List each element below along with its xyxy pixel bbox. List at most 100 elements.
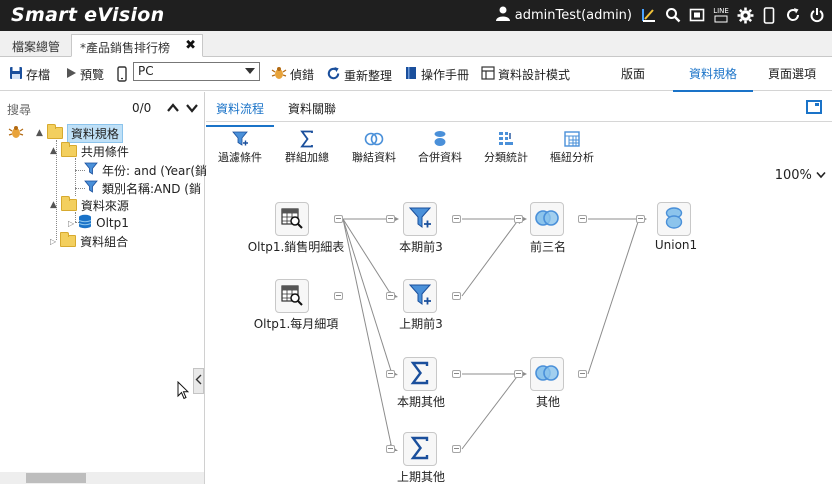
expand-icon[interactable]: ▷ (68, 219, 74, 228)
merge-icon (664, 206, 684, 233)
mobile-icon[interactable] (760, 6, 778, 24)
tree-node-common[interactable]: ▲ 共用條件 (50, 142, 129, 160)
screenshot-icon[interactable] (688, 6, 706, 24)
horizontal-scrollbar[interactable] (0, 472, 204, 484)
flow-node-sum[interactable] (403, 432, 437, 466)
op-label: 樞紐分析 (550, 151, 594, 164)
output-port[interactable] (452, 370, 461, 378)
input-port[interactable] (386, 215, 395, 223)
search-icon[interactable] (664, 6, 682, 24)
tree-label: 類別名稱:AND (銷 (102, 181, 201, 196)
input-port[interactable] (514, 215, 523, 223)
output-port[interactable] (452, 292, 461, 300)
chevron-left-icon (195, 374, 202, 388)
op-label: 群組加總 (285, 151, 329, 164)
chevron-down-icon (245, 68, 255, 74)
collapse-panel-button[interactable] (193, 368, 204, 394)
input-port[interactable] (636, 215, 645, 223)
tree-node-condition[interactable]: 類別名稱:AND (銷 (84, 179, 201, 197)
flow-node-join[interactable] (530, 202, 564, 236)
tree-node-combo[interactable]: ▷ 資料組合 (50, 232, 128, 250)
search-count: 0/0 (132, 101, 152, 115)
tree-label: 資料來源 (80, 198, 129, 213)
user-name: adminTest(admin) (514, 7, 632, 23)
output-port[interactable] (578, 370, 587, 378)
refresh-icon[interactable] (784, 6, 802, 24)
tree-label: 共用條件 (80, 144, 129, 159)
collapse-icon[interactable]: ▲ (36, 128, 43, 138)
join-icon (534, 364, 560, 385)
scrollbar-thumb[interactable] (26, 473, 86, 483)
reorganize-button[interactable]: 重新整理 (326, 66, 392, 84)
join-icon (364, 129, 384, 149)
flow-node-union[interactable] (657, 202, 691, 236)
output-port[interactable] (334, 215, 343, 223)
debug-button[interactable]: 偵錯 (271, 66, 314, 83)
join-op-button[interactable]: 聯結資料 (352, 129, 396, 165)
chevron-up-icon[interactable] (166, 102, 180, 114)
tree-node-source-item[interactable]: ▷ Oltp1 (68, 214, 129, 232)
tree-label: 資料組合 (80, 234, 129, 249)
flow-node-filter[interactable] (403, 202, 437, 236)
filter-op-button[interactable]: 過濾條件 (218, 129, 262, 165)
dashboard-icon[interactable] (640, 6, 658, 24)
pivot-op-button[interactable]: 樞紐分析 (550, 129, 594, 165)
flow-node-filter[interactable] (403, 279, 437, 313)
output-port[interactable] (334, 292, 343, 300)
database-icon (78, 214, 92, 232)
tree-node-source[interactable]: ▲ 資料來源 (50, 196, 129, 214)
chevron-down-icon[interactable] (185, 102, 199, 114)
group-sum-op-button[interactable]: 群組加總 (285, 129, 329, 165)
flow-node-label: 上期其他 (396, 470, 446, 484)
tree-node-root[interactable]: ▲ 資料規格 (8, 123, 123, 143)
line-icon[interactable]: LINE (712, 6, 730, 24)
tree-search: 搜尋 0/0 (7, 100, 199, 118)
flow-node-join[interactable] (530, 357, 564, 391)
main-panel: 資料流程 資料關聯 過濾條件 群組加總 聯結資料 合併資料 分類統計 樞紐分析 … (206, 92, 832, 484)
input-port[interactable] (386, 445, 395, 453)
top-right-tools: adminTest(admin) LINE (495, 5, 826, 25)
tab-label: *產品銷售排行榜 (80, 41, 171, 55)
flow-node-table[interactable] (275, 202, 309, 236)
op-label: 過濾條件 (218, 151, 262, 164)
expand-icon[interactable]: ▷ (50, 237, 56, 246)
gear-icon[interactable] (736, 6, 754, 24)
filter-icon (84, 180, 98, 197)
expand-icon[interactable] (806, 100, 822, 114)
search-input[interactable]: 搜尋 (7, 101, 31, 118)
input-port[interactable] (386, 292, 395, 300)
collapse-icon[interactable]: ▲ (50, 200, 57, 210)
flow-node-sum[interactable] (403, 357, 437, 391)
tab-page-options[interactable]: 頁面選項 (768, 63, 816, 84)
device-select[interactable]: PC (133, 62, 260, 81)
output-port[interactable] (452, 445, 461, 453)
manual-button[interactable]: 操作手冊 (404, 66, 469, 83)
tree-node-condition[interactable]: 年份: and (Year(銷 (84, 161, 207, 179)
preview-label: 預覽 (80, 68, 105, 82)
design-mode-button[interactable]: 資料設計模式 (481, 66, 570, 83)
merge-op-button[interactable]: 合併資料 (418, 129, 462, 165)
preview-button[interactable]: 預覽 (65, 66, 104, 83)
book-icon (404, 66, 418, 83)
tree-label: 年份: and (Year(銷 (102, 163, 208, 178)
power-icon[interactable] (808, 6, 826, 24)
output-port[interactable] (452, 215, 461, 223)
category-stats-op-button[interactable]: 分類統計 (484, 129, 528, 165)
manual-label: 操作手冊 (421, 68, 470, 82)
close-icon[interactable]: ✖ (185, 38, 196, 53)
sigma-icon (410, 361, 430, 388)
tab-data-relation[interactable]: 資料關聯 (288, 100, 336, 117)
collapse-icon[interactable]: ▲ (50, 146, 57, 156)
input-port[interactable] (514, 370, 523, 378)
sub-tabs: 資料流程 資料關聯 (206, 92, 832, 127)
app-title: Smart eVision (11, 4, 165, 26)
tab-file-explorer[interactable]: 檔案總管 (4, 34, 68, 57)
tab-report[interactable]: *產品銷售排行榜 ✖ (71, 34, 203, 57)
user-menu[interactable]: adminTest(admin) (495, 5, 632, 25)
flow-node-table[interactable] (275, 279, 309, 313)
save-button[interactable]: 存檔 (9, 66, 50, 83)
tab-layout[interactable]: 版面 (621, 63, 645, 84)
tab-data-spec[interactable]: 資料規格 (673, 63, 754, 92)
output-port[interactable] (578, 215, 587, 223)
input-port[interactable] (386, 370, 395, 378)
